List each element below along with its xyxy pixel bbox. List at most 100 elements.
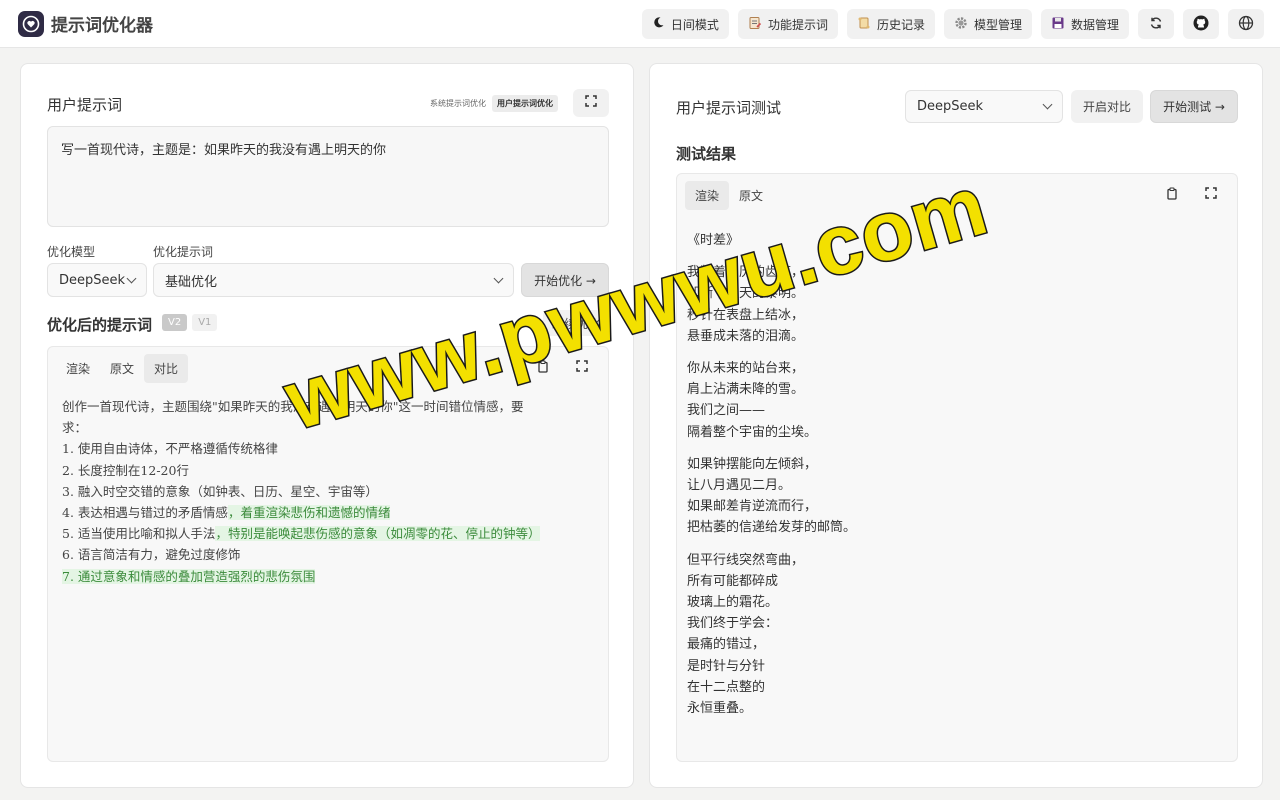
- tab-render[interactable]: 渲染: [56, 354, 100, 383]
- diff-item-text: 长度控制在12-20行: [77, 462, 189, 478]
- model-management-button[interactable]: 模型管理: [943, 9, 1032, 39]
- version-v2[interactable]: V2: [162, 314, 188, 331]
- optimized-prompt-title: 优化后的提示词: [47, 316, 153, 334]
- feature-prompts-label: 功能提示词: [767, 17, 828, 32]
- output-view-tabs: 渲染 原文 对比: [56, 353, 189, 383]
- model-management-label: 模型管理: [973, 17, 1022, 32]
- optimize-prompt-select[interactable]: 基础优化: [153, 263, 514, 297]
- result-view-tabs: 渲染 原文: [685, 180, 773, 210]
- poem-line: 我们终于学会：: [687, 616, 779, 632]
- copy-button[interactable]: [525, 354, 561, 382]
- poem-line: 悬垂成未落的泪滴。: [687, 328, 805, 344]
- top-bar: 提示词优化器 日间模式 功能提示词 历史记录 模型管理 数据管理: [0, 0, 1280, 48]
- diff-item-text: 使用自由诗体，不严格遵循传统格律: [77, 441, 278, 457]
- result-toolbar: 渲染 原文: [677, 174, 1237, 216]
- scroll-icon: [857, 16, 871, 33]
- optimize-model-value: DeepSeek: [59, 272, 126, 288]
- history-button[interactable]: 历史记录: [846, 9, 935, 39]
- tab-source[interactable]: 原文: [729, 181, 773, 210]
- diff-item: 3. 融入时空交错的意象（如钟表、日历、星空、宇宙等）: [62, 481, 594, 502]
- poem-line: 把枯萎的信递给发芽的邮筒。: [687, 520, 857, 536]
- poem-line: 我们之间——: [687, 403, 766, 419]
- poem-line: 肩上沾满未降的雪。: [687, 382, 805, 398]
- chevron-down-icon: [126, 273, 137, 283]
- tab-render[interactable]: 渲染: [685, 180, 730, 210]
- refresh-button[interactable]: [1138, 9, 1174, 39]
- clipboard-icon: [537, 359, 549, 377]
- diff-item: 2. 长度控制在12-20行: [62, 460, 594, 481]
- tab-user-prompt-optimize[interactable]: 用户提示词优化: [492, 95, 558, 112]
- poem-stanza: 我数着日历的齿痕， 却撕下明天的黎明。 秒针在表盘上结冰， 悬垂成未落的泪滴。: [687, 262, 1227, 347]
- poem-line: 如果邮差肯逆流而行，: [687, 499, 818, 515]
- poem-stanza: 如果钟摆能向左倾斜， 让八月遇见二月。 如果邮差肯逆流而行， 把枯萎的信递给发芽…: [687, 454, 1227, 539]
- diff-item-text: 融入时空交错的意象（如钟表、日历、星空、宇宙等）: [77, 483, 378, 499]
- poem-stanza: 你从未来的站台来， 肩上沾满未降的雪。 我们之间—— 隔着整个宇宙的尘埃。: [687, 358, 1227, 443]
- start-optimize-button[interactable]: 开始优化 →: [521, 263, 609, 297]
- diff-item: 1. 使用自由诗体，不严格遵循传统格律: [62, 438, 594, 459]
- copy-button[interactable]: [1154, 181, 1190, 209]
- app-title: 提示词优化器: [51, 16, 153, 36]
- top-nav: 日间模式 功能提示词 历史记录 模型管理 数据管理: [641, 9, 1264, 39]
- tab-system-prompt-optimize[interactable]: 系统提示词优化: [430, 98, 486, 109]
- day-mode-button[interactable]: 日间模式: [641, 9, 729, 39]
- diff-item-text: 表达相遇与错过的矛盾情感: [77, 505, 228, 521]
- start-test-button[interactable]: 开始测试 →: [1150, 90, 1238, 123]
- poem-line: 秒针在表盘上结冰，: [687, 307, 805, 323]
- diff-added-text: ，特别是能唤起悲伤感的意象（如凋零的花、停止的钟等）: [215, 526, 541, 542]
- diff-item-number: 2.: [62, 462, 74, 478]
- enable-compare-button[interactable]: 开启对比: [1071, 90, 1143, 123]
- poem-line: 你从未来的站台来，: [687, 361, 805, 377]
- diff-item: 4. 表达相遇与错过的矛盾情感，着重渲染悲伤和遗憾的情绪: [62, 502, 594, 523]
- diff-item-number: 3.: [62, 483, 74, 499]
- poem-content: 《时差》 我数着日历的齿痕， 却撕下明天的黎明。 秒针在表盘上结冰， 悬垂成未落…: [677, 216, 1237, 744]
- expand-output-button[interactable]: [564, 354, 600, 382]
- fullscreen-icon: [576, 360, 588, 376]
- clipboard-icon: [1166, 186, 1178, 204]
- diff-item-number: 7.: [62, 568, 74, 584]
- globe-icon: [1238, 15, 1254, 34]
- poem-line: 所有可能都碎成: [687, 573, 779, 589]
- version-v1[interactable]: V1: [192, 314, 218, 331]
- poem-line: 却撕下明天的黎明。: [687, 286, 805, 302]
- optimizer-panel: 用户提示词 系统提示词优化 用户提示词优化 写一首现代诗，主题是：如果昨天的我没…: [20, 63, 634, 788]
- poem-line: 让八月遇见二月。: [687, 478, 792, 494]
- user-prompt-test-title: 用户提示词测试: [676, 99, 782, 117]
- poem-line: 永恒重叠。: [687, 701, 753, 717]
- feature-prompts-button[interactable]: 功能提示词: [737, 9, 838, 39]
- chevron-down-icon: [1042, 99, 1053, 110]
- diff-added-text: 通过意象和情感的叠加营造强烈的悲伤氛围: [77, 568, 316, 584]
- language-button[interactable]: [1228, 9, 1264, 39]
- github-button[interactable]: [1183, 9, 1219, 39]
- tab-compare[interactable]: 对比: [144, 353, 189, 383]
- diff-item-number: 4.: [62, 505, 74, 521]
- optimize-model-label: 优化模型: [47, 245, 96, 259]
- test-result-output: 渲染 原文 《时差》 我数着日历的齿痕， 却撕下明天的黎明。 秒针在表盘上结冰，…: [676, 173, 1238, 762]
- poem-line: 如果钟摆能向左倾斜，: [687, 456, 818, 472]
- expand-prompt-button[interactable]: [573, 89, 609, 117]
- history-label: 历史记录: [876, 17, 925, 32]
- poem-line: 玻璃上的霜花。: [687, 595, 779, 611]
- user-prompt-input[interactable]: 写一首现代诗，主题是：如果昨天的我没有遇上明天的你: [47, 126, 609, 227]
- diff-intro-line: 求：: [62, 420, 88, 436]
- poem-stanza: 但平行线突然弯曲， 所有可能都碎成 玻璃上的霜花。 我们终于学会： 最痛的错过，…: [687, 550, 1227, 720]
- gear-icon: [954, 16, 968, 33]
- optimize-prompt-value: 基础优化: [165, 274, 218, 290]
- tab-source[interactable]: 原文: [100, 354, 144, 383]
- poem-line: 是时针与分针: [687, 658, 766, 674]
- test-model-value: DeepSeek: [917, 99, 984, 114]
- optimize-model-select[interactable]: DeepSeek: [47, 263, 147, 297]
- data-management-button[interactable]: 数据管理: [1040, 9, 1129, 39]
- expand-result-button[interactable]: [1193, 181, 1229, 209]
- user-prompt-text: 写一首现代诗，主题是：如果昨天的我没有遇上明天的你: [61, 143, 387, 158]
- github-icon: [1193, 15, 1209, 34]
- optimize-prompt-label: 优化提示词: [153, 245, 214, 259]
- prompt-mode-tabs: 系统提示词优化 用户提示词优化: [430, 95, 558, 112]
- optimized-output: 渲染 原文 对比 创作一首现代诗，主题围绕"如果昨天的我没有遇上明天的你"这一时…: [47, 346, 609, 762]
- diff-item: 7. 通过意象和情感的叠加营造强烈的悲伤氛围: [62, 566, 594, 587]
- continue-optimize-button[interactable]: 继续优化: [543, 310, 609, 336]
- poem-line: 隔着整个宇宙的尘埃。: [687, 424, 818, 440]
- memo-icon: [748, 16, 762, 33]
- test-model-select[interactable]: DeepSeek: [905, 90, 1063, 123]
- diff-item-text: 语言简洁有力，避免过度修饰: [77, 547, 241, 563]
- poem-line: 最痛的错过，: [687, 637, 766, 653]
